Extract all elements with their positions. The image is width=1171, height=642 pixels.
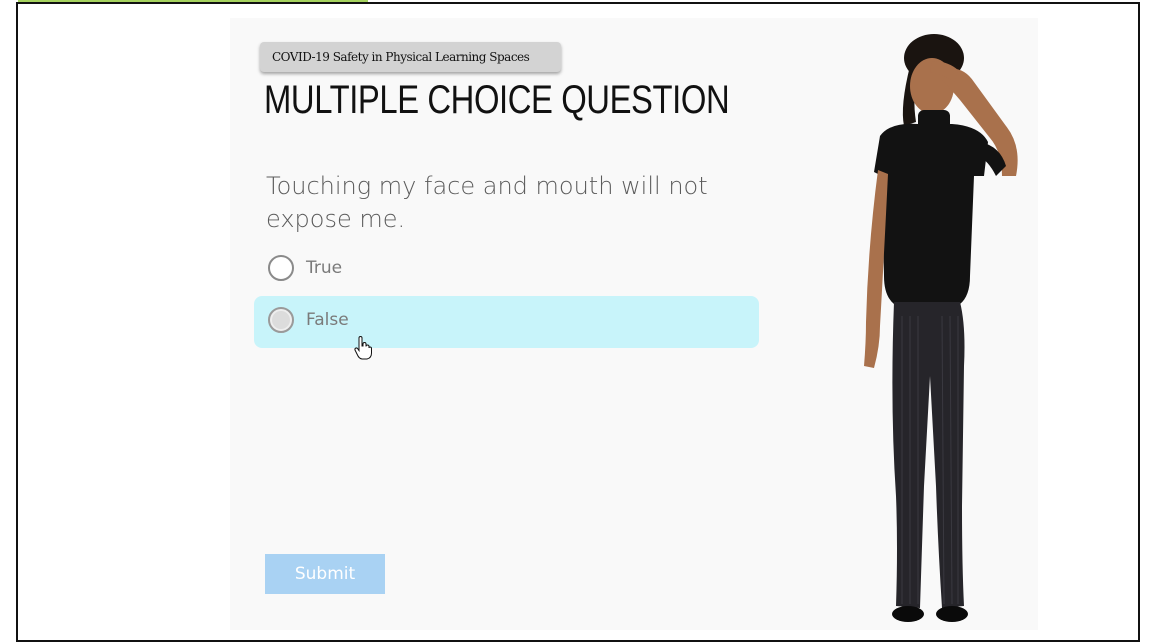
submit-button[interactable]: Submit xyxy=(265,554,385,594)
person-illustration xyxy=(864,34,1018,622)
quiz-slide: COVID-19 Safety in Physical Learning Spa… xyxy=(230,18,1038,630)
answer-option-false[interactable]: False xyxy=(254,296,759,348)
answer-label-true: True xyxy=(306,258,343,278)
radio-false[interactable] xyxy=(268,307,294,333)
hand-pointer-icon xyxy=(354,336,372,360)
course-title-tag: COVID-19 Safety in Physical Learning Spa… xyxy=(260,42,561,72)
player-frame: COVID-19 Safety in Physical Learning Spa… xyxy=(16,2,1140,642)
question-type-heading: MULTIPLE CHOICE QUESTION xyxy=(264,78,730,122)
answer-option-true[interactable]: True xyxy=(254,244,759,296)
question-prompt: Touching my face and mouth will not expo… xyxy=(266,172,708,233)
answer-label-false: False xyxy=(306,310,349,330)
radio-true[interactable] xyxy=(268,255,294,281)
